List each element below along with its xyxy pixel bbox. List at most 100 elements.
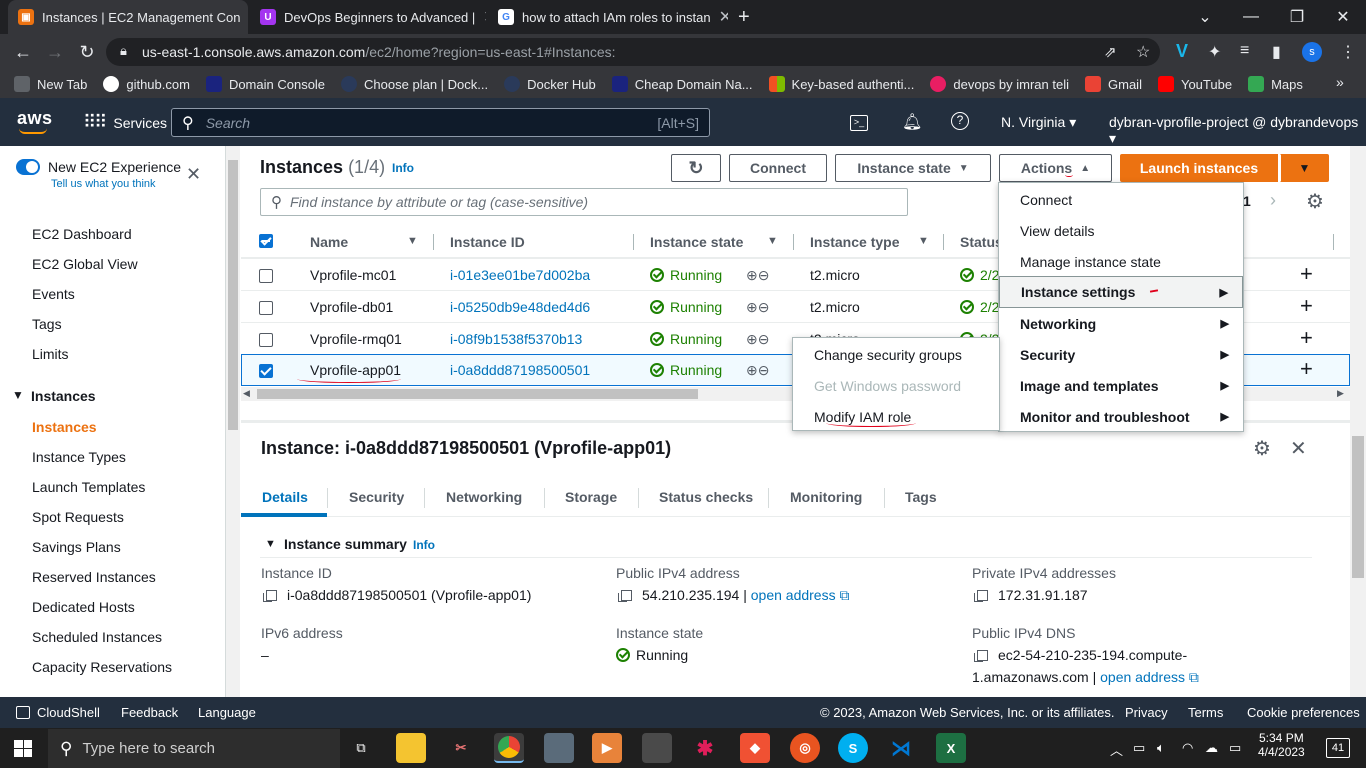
vimeo-extension-icon[interactable]: V [1176,41,1188,62]
bookmark-item[interactable]: Cheap Domain Na... [611,76,753,92]
feedback-link[interactable]: Feedback [121,705,178,720]
new-experience-toggle[interactable] [16,159,40,175]
tab-monitoring[interactable]: Monitoring [790,489,862,505]
cloudshell-icon[interactable]: >_ [850,115,868,131]
sidebar-item-launch-templates[interactable]: Launch Templates [32,479,145,495]
bookmark-item[interactable]: github.com [103,76,190,92]
sidebar-item-instance-types[interactable]: Instance Types [32,449,126,465]
bookmark-item[interactable]: Docker Hub [504,76,596,92]
cloudshell-link[interactable]: CloudShell [37,705,100,720]
services-menu[interactable]: ⠿⠿ Services [83,112,167,133]
menu-item-monitor-troubleshoot[interactable]: Monitor and troubleshoot ▶ [999,401,1243,432]
row-checkbox[interactable] [259,364,273,378]
share-icon[interactable]: ⇗ [1104,43,1117,61]
column-header-name[interactable]: Name [310,234,348,261]
region-selector[interactable]: N. Virginia ▾ [1001,114,1076,131]
detail-settings-gear-icon[interactable]: ⚙ [1253,436,1271,461]
browser-tab-devops[interactable]: U DevOps Beginners to Advanced | ✕ [250,0,486,34]
menu-item-view-details[interactable]: View details [999,215,1243,246]
sidebar-item-reserved-instances[interactable]: Reserved Instances [32,569,156,585]
sidebar-item-capacity-reservations[interactable]: Capacity Reservations [32,659,172,675]
bookmark-star-icon[interactable]: ☆ [1136,42,1150,62]
column-header-instance-state[interactable]: Instance state [650,234,743,261]
file-explorer-icon[interactable] [396,733,426,763]
add-icon[interactable]: + [1300,356,1313,382]
external-link-icon[interactable]: ⧉ [1189,669,1199,685]
menu-item-connect[interactable]: Connect [999,184,1243,215]
browser-tab-ec2[interactable]: ▣ Instances | EC2 Management Con ✕ [8,0,248,34]
connect-button[interactable]: Connect [729,154,827,182]
tab-details[interactable]: Details [262,489,308,505]
cookie-preferences-link[interactable]: Cookie preferences [1247,705,1360,720]
more-menu-icon[interactable]: ⋮ [1340,42,1356,62]
side-panel-icon[interactable]: ▮ [1272,42,1281,62]
bookmark-item[interactable]: Domain Console [205,76,325,92]
menu-item-get-windows-password[interactable]: Get Windows password [793,370,999,401]
close-tab-icon[interactable]: ✕ [475,7,486,27]
excel-icon[interactable]: X [936,733,966,763]
add-icon[interactable]: + [1300,293,1313,319]
tab-storage[interactable]: Storage [565,489,617,505]
tray-chevron-icon[interactable]: ︿ [1110,740,1123,759]
cloud-icon[interactable]: ☁ [1205,740,1218,756]
column-header-status[interactable]: Status [960,234,1003,261]
sidebar-item-savings-plans[interactable]: Savings Plans [32,539,121,555]
caret-down-icon[interactable]: ▼ [265,538,276,550]
forward-icon[interactable]: → [40,34,70,70]
privacy-link[interactable]: Privacy [1125,705,1168,720]
terms-link[interactable]: Terms [1188,705,1223,720]
aws-search-input[interactable]: ⚲ Search [Alt+S] [171,108,710,137]
bookmark-item[interactable]: Maps [1248,76,1303,92]
refresh-button[interactable]: ↻ [671,154,721,182]
launch-dropdown-button[interactable]: ▼ [1280,154,1329,182]
keyboard-icon[interactable]: ▭ [1229,740,1241,756]
bookmark-item[interactable]: Choose plan | Dock... [341,76,488,92]
sidebar-item-tags[interactable]: Tags [32,316,62,332]
menu-item-manage-state[interactable]: Manage instance state [999,246,1243,277]
info-link[interactable]: Info [392,161,414,175]
ubuntu-icon[interactable]: ◎ [790,733,820,763]
feedback-link[interactable]: Tell us what you think [51,178,156,190]
sidebar-item-global-view[interactable]: EC2 Global View [32,256,138,272]
open-address-link[interactable]: open address [751,587,836,603]
copy-icon[interactable] [974,650,988,662]
slack-icon[interactable]: ✱ [690,733,720,763]
aws-logo[interactable]: aws [17,108,53,129]
column-header-instance-id[interactable]: Instance ID [450,234,525,261]
media-player-icon[interactable]: ▶ [592,733,622,763]
sidebar-item-events[interactable]: Events [32,286,75,302]
table-scroll-thumb[interactable] [257,389,698,399]
tab-tags[interactable]: Tags [905,489,937,505]
sidebar-section-instances[interactable]: Instances [31,388,96,404]
skype-icon[interactable]: S [838,733,868,763]
tab-status-checks[interactable]: Status checks [659,489,753,505]
vscode-icon[interactable]: ⋊ [886,733,916,763]
url-bar[interactable]: 🔒︎ us-east-1.console.aws.amazon.com/ec2/… [106,38,1160,66]
sidebar-item-spot-requests[interactable]: Spot Requests [32,509,124,525]
instance-id-link[interactable]: i-05250db9e48ded4d6 [450,299,590,315]
sidebar-item-dedicated-hosts[interactable]: Dedicated Hosts [32,599,135,615]
tab-security[interactable]: Security [349,489,404,505]
column-header-instance-type[interactable]: Instance type [810,234,899,261]
scroll-right-icon[interactable]: ▶ [1337,388,1344,399]
instance-id-link[interactable]: i-01e3ee01be7d002ba [450,267,590,283]
chrome-icon[interactable] [494,733,524,763]
minimize-icon[interactable]: — [1228,0,1274,34]
menu-item-instance-settings[interactable]: Instance settings ▶ [999,276,1243,308]
instance-filter-input[interactable]: ⚲ Find instance by attribute or tag (cas… [260,188,908,216]
close-tab-icon[interactable]: ✕ [711,7,728,27]
snipping-tool-icon[interactable]: ✂ [446,733,476,763]
menu-item-networking[interactable]: Networking ▶ [999,308,1243,339]
add-icon[interactable]: + [1300,261,1313,287]
sort-icon[interactable]: ▼ [767,235,778,247]
bookmark-item[interactable]: Gmail [1085,76,1142,92]
battery-icon[interactable]: ▭ [1133,740,1145,756]
zoom-icons[interactable]: ⊕⊖ [746,331,769,348]
sidebar-item-dashboard[interactable]: EC2 Dashboard [32,226,132,242]
wifi-icon[interactable]: ◠ [1182,740,1193,756]
photos-icon[interactable] [544,733,574,763]
row-checkbox[interactable] [259,333,273,347]
row-checkbox[interactable] [259,269,273,283]
sidebar-item-instances[interactable]: Instances [32,419,97,435]
instance-id-link[interactable]: i-0a8ddd87198500501 [450,362,590,378]
